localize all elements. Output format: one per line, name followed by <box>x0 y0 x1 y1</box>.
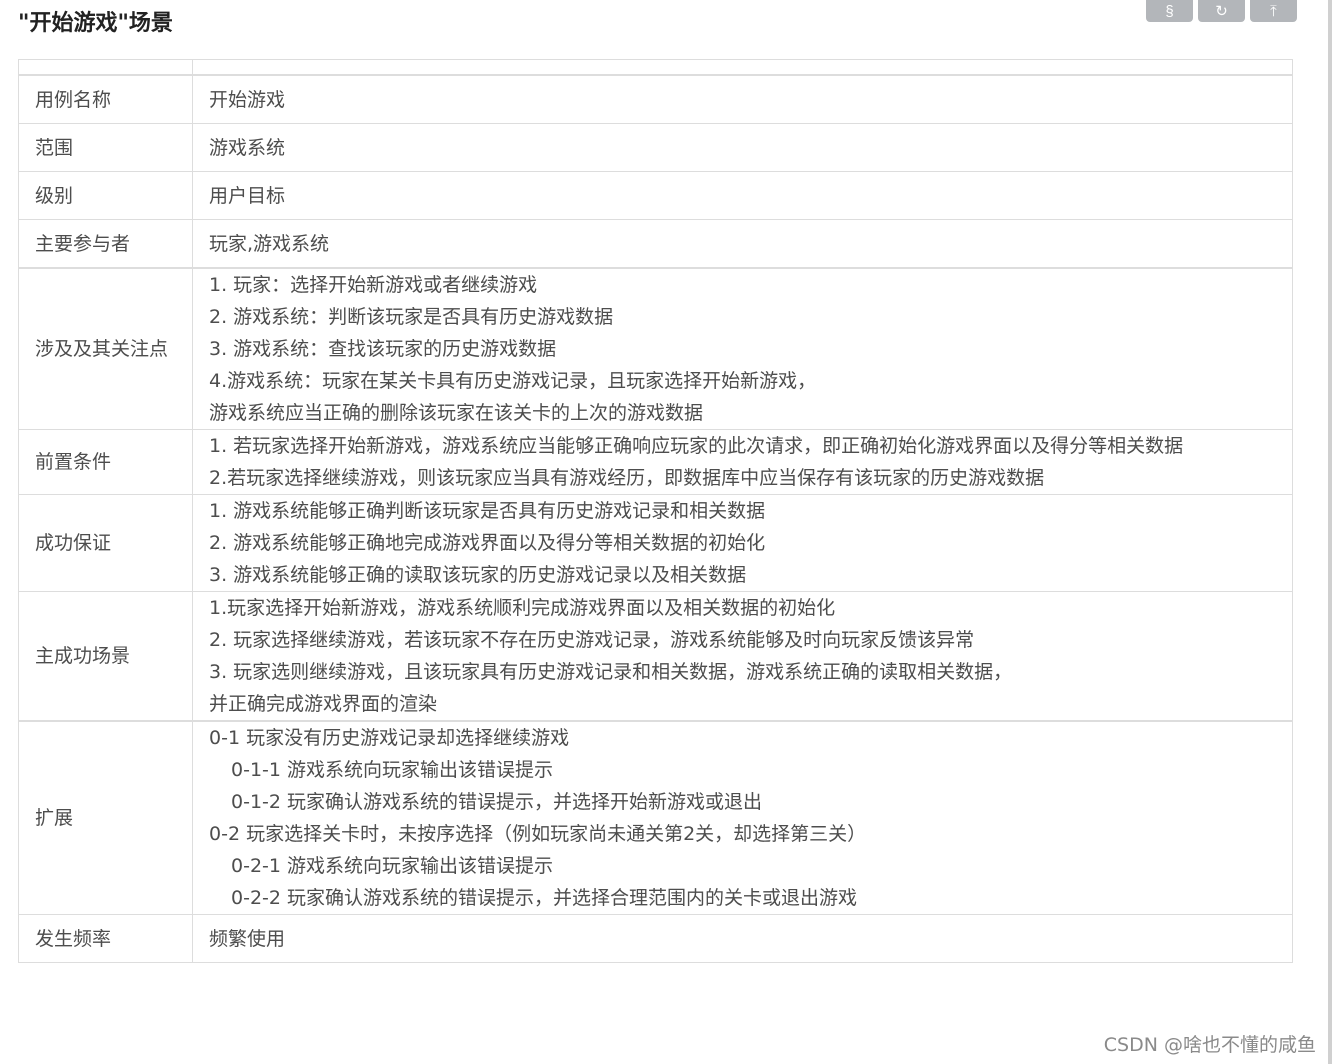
row-value: 玩家,游戏系统 <box>192 219 1293 269</box>
table-row: 主要参与者 玩家,游戏系统 <box>18 219 1293 269</box>
section-icon: § <box>1165 2 1174 20</box>
text-line: 0-1 玩家没有历史游戏记录却选择继续游戏 <box>209 727 570 749</box>
scrollbar[interactable] <box>1328 0 1332 1064</box>
row-value: 1. 游戏系统能够正确判断该玩家是否具有历史游戏记录和相关数据 2. 游戏系统能… <box>192 494 1293 592</box>
table-row: 主成功场景 1.玩家选择开始新游戏，游戏系统顺利完成游戏界面以及相关数据的初始化… <box>18 591 1293 722</box>
row-value: 频繁使用 <box>192 914 1293 963</box>
row-value: 1. 玩家：选择开始新游戏或者继续游戏 2. 游戏系统：判断该玩家是否具有历史游… <box>192 267 1293 430</box>
table-row: 成功保证 1. 游戏系统能够正确判断该玩家是否具有历史游戏记录和相关数据 2. … <box>18 494 1293 592</box>
row-label: 成功保证 <box>18 494 193 592</box>
text-line: 1. 游戏系统能够正确判断该玩家是否具有历史游戏记录和相关数据 <box>209 500 766 522</box>
row-label: 范围 <box>18 123 193 172</box>
row-value: 1.玩家选择开始新游戏，游戏系统顺利完成游戏界面以及相关数据的初始化 2. 玩家… <box>192 591 1293 722</box>
row-label: 用例名称 <box>18 74 193 124</box>
text-line: 2. 游戏系统能够正确地完成游戏界面以及得分等相关数据的初始化 <box>209 532 766 554</box>
text-line: 0-2-1 游戏系统向玩家输出该错误提示 <box>231 855 554 877</box>
row-label: 发生频率 <box>18 914 193 963</box>
text-line: 游戏系统应当正确的删除该玩家在该关卡的上次的游戏数据 <box>209 402 704 424</box>
arrow-up-icon: ⤒ <box>1270 2 1277 20</box>
text-line: 2. 游戏系统：判断该玩家是否具有历史游戏数据 <box>209 306 614 328</box>
text-line: 2. 玩家选择继续游戏，若该玩家不存在历史游戏记录，游戏系统能够及时向玩家反馈该… <box>209 629 975 651</box>
table-row: 涉及及其关注点 1. 玩家：选择开始新游戏或者继续游戏 2. 游戏系统：判断该玩… <box>18 267 1293 430</box>
row-label: 扩展 <box>18 720 193 915</box>
section-link-button[interactable]: § <box>1146 0 1193 22</box>
back-to-top-button[interactable]: ⤒ <box>1250 0 1297 22</box>
row-label: 级别 <box>18 171 193 220</box>
row-label: 涉及及其关注点 <box>18 267 193 430</box>
toolbar: § ↻ ⤒ <box>1146 0 1297 22</box>
text-line: 3. 游戏系统能够正确的读取该玩家的历史游戏记录以及相关数据 <box>209 564 747 586</box>
text-line: 3. 玩家选则继续游戏，且该玩家具有历史游戏记录和相关数据，游戏系统正确的读取相… <box>209 661 1013 683</box>
refresh-icon: ↻ <box>1215 3 1228 20</box>
table-row: 用例名称 开始游戏 <box>18 74 1293 124</box>
row-value: 开始游戏 <box>192 74 1293 124</box>
row-label: 主成功场景 <box>18 591 193 722</box>
watermark: CSDN @啥也不懂的咸鱼 <box>1103 1034 1316 1056</box>
row-value: 游戏系统 <box>192 123 1293 172</box>
table-row: 级别 用户目标 <box>18 171 1293 220</box>
text-line: 4.游戏系统：玩家在某关卡具有历史游戏记录，且玩家选择开始新游戏， <box>209 370 817 392</box>
table-row: 扩展 0-1 玩家没有历史游戏记录却选择继续游戏 0-1-1 游戏系统向玩家输出… <box>18 720 1293 915</box>
row-value: 用户目标 <box>192 171 1293 220</box>
table-row: 前置条件 1. 若玩家选择开始新游戏，游戏系统应当能够正确响应玩家的此次请求，即… <box>18 429 1293 495</box>
text-line: 2.若玩家选择继续游戏，则该玩家应当具有游戏经历，即数据库中应当保存有该玩家的历… <box>209 467 1045 489</box>
text-line: 1.玩家选择开始新游戏，游戏系统顺利完成游戏界面以及相关数据的初始化 <box>209 597 836 619</box>
text-line: 0-1-2 玩家确认游戏系统的错误提示，并选择开始新游戏或退出 <box>231 791 763 813</box>
text-line: 0-1-1 游戏系统向玩家输出该错误提示 <box>231 759 554 781</box>
use-case-table: 用例名称 开始游戏 范围 游戏系统 级别 用户目标 主要参与者 玩家,游戏系统 … <box>18 59 1293 963</box>
row-label: 主要参与者 <box>18 219 193 269</box>
table-header-row <box>18 59 1293 76</box>
text-line: 1. 玩家：选择开始新游戏或者继续游戏 <box>209 274 538 296</box>
row-value: 0-1 玩家没有历史游戏记录却选择继续游戏 0-1-1 游戏系统向玩家输出该错误… <box>192 720 1293 915</box>
text-line: 3. 游戏系统：查找该玩家的历史游戏数据 <box>209 338 557 360</box>
text-line: 1. 若玩家选择开始新游戏，游戏系统应当能够正确响应玩家的此次请求，即正确初始化… <box>209 435 1184 457</box>
row-label: 前置条件 <box>18 429 193 495</box>
refresh-button[interactable]: ↻ <box>1198 0 1245 22</box>
header-cell <box>18 59 193 76</box>
text-line: 0-2 玩家选择关卡时，未按序选择（例如玩家尚未通关第2关，却选择第三关） <box>209 823 867 845</box>
table-row: 范围 游戏系统 <box>18 123 1293 172</box>
text-line: 0-2-2 玩家确认游戏系统的错误提示，并选择合理范围内的关卡或退出游戏 <box>231 887 858 909</box>
text-line: 并正确完成游戏界面的渲染 <box>209 693 438 715</box>
header-cell <box>192 59 1293 76</box>
row-value: 1. 若玩家选择开始新游戏，游戏系统应当能够正确响应玩家的此次请求，即正确初始化… <box>192 429 1293 495</box>
page-title: "开始游戏"场景 <box>18 11 173 36</box>
table-row: 发生频率 频繁使用 <box>18 914 1293 963</box>
